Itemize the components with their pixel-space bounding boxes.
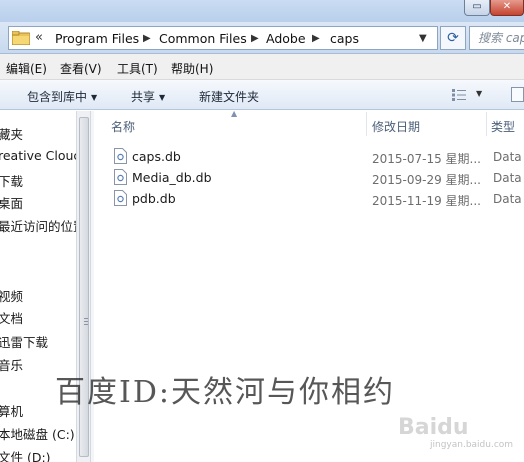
scroll-grip xyxy=(84,318,88,319)
file-icon xyxy=(114,169,127,185)
column-header-type[interactable]: 类型 xyxy=(491,118,515,135)
column-header-name[interactable]: 名称 xyxy=(111,118,135,135)
file-date: 2015-07-15 星期... xyxy=(372,152,481,166)
close-icon: ✕ xyxy=(502,1,512,12)
command-bar: 包含到库中 ▼ 共享 ▼ 新建文件夹 ▼ xyxy=(0,80,524,110)
file-date: 2015-09-29 星期... xyxy=(372,173,481,187)
file-name[interactable]: caps.db xyxy=(132,149,181,164)
chevron-down-icon: ▼ xyxy=(159,93,166,102)
breadcrumb-caps[interactable]: caps xyxy=(330,31,359,46)
chevron-right-icon[interactable]: ▶ xyxy=(312,33,320,44)
scroll-grip xyxy=(84,321,88,322)
file-type: Data xyxy=(493,171,522,185)
chevron-down-icon: ▼ xyxy=(91,93,98,102)
nav-item-documents[interactable]: 文档 xyxy=(0,308,23,327)
view-options-icon[interactable] xyxy=(452,89,466,101)
file-icon xyxy=(114,190,127,206)
chevron-down-icon[interactable]: ▼ xyxy=(419,33,427,44)
menu-bar: 编辑(E) 查看(V) 工具(T) 帮助(H) xyxy=(0,54,524,80)
maximize-icon: ▭ xyxy=(472,1,482,12)
nav-item-recent-places[interactable]: 最近访问的位置 xyxy=(0,216,86,235)
nav-item-computer[interactable]: 算机 xyxy=(0,401,23,420)
breadcrumb-adobe[interactable]: Adobe xyxy=(266,31,306,46)
file-name[interactable]: pdb.db xyxy=(132,191,176,206)
folder-icon xyxy=(12,31,30,45)
include-library-label: 包含到库中 xyxy=(27,90,88,104)
include-library-button[interactable]: 包含到库中 ▼ xyxy=(27,88,97,105)
nav-item-favorites[interactable]: 藏夹 xyxy=(0,124,23,143)
breadcrumb-program-files[interactable]: Program Files xyxy=(55,31,139,46)
nav-item-music[interactable]: 音乐 xyxy=(0,355,23,374)
title-bar xyxy=(0,0,524,22)
menu-help[interactable]: 帮助(H) xyxy=(171,60,213,77)
nav-item-thunder-downloads[interactable]: 迅雷下载 xyxy=(0,332,48,351)
address-bar[interactable]: « Program Files ▶ Common Files ▶ Adobe ▶… xyxy=(8,26,438,50)
new-folder-button[interactable]: 新建文件夹 xyxy=(199,88,259,105)
file-type: Data xyxy=(493,150,522,164)
baidu-url: jingyan.baidu.com xyxy=(430,440,514,450)
nav-item-creative-cloud[interactable]: reative Clouc xyxy=(0,148,80,163)
file-type: Data xyxy=(493,192,522,206)
file-icon xyxy=(114,148,127,164)
nav-item-disk-d[interactable]: 文件 (D:) xyxy=(0,447,51,462)
maximize-button[interactable]: ▭ xyxy=(464,0,490,16)
sort-ascending-icon: ▲ xyxy=(231,109,238,118)
refresh-icon: ⟳ xyxy=(447,30,459,46)
menu-tools[interactable]: 工具(T) xyxy=(117,60,158,77)
breadcrumb-common-files[interactable]: Common Files xyxy=(159,31,247,46)
column-header-date[interactable]: 修改日期 xyxy=(372,118,420,135)
breadcrumb-overflow-icon[interactable]: « xyxy=(35,30,43,45)
share-button[interactable]: 共享 ▼ xyxy=(131,88,165,105)
preview-pane-button[interactable] xyxy=(511,87,524,102)
address-row: « Program Files ▶ Common Files ▶ Adobe ▶… xyxy=(0,22,524,54)
chevron-right-icon[interactable]: ▶ xyxy=(251,33,259,44)
chevron-right-icon[interactable]: ▶ xyxy=(143,33,151,44)
column-divider[interactable] xyxy=(366,112,367,136)
search-input[interactable]: 搜索 caps xyxy=(469,26,524,50)
menu-view[interactable]: 查看(V) xyxy=(60,60,102,77)
nav-item-videos[interactable]: 视频 xyxy=(0,286,23,305)
file-date: 2015-11-19 星期... xyxy=(372,194,481,208)
column-divider[interactable] xyxy=(486,112,487,136)
chevron-down-icon[interactable]: ▼ xyxy=(476,89,482,98)
menu-edit[interactable]: 编辑(E) xyxy=(6,60,47,77)
refresh-button[interactable]: ⟳ xyxy=(440,26,466,50)
watermark-text: 百度ID:天然河与你相约 xyxy=(55,375,396,410)
nav-item-desktop[interactable]: 桌面 xyxy=(0,193,23,212)
scroll-grip xyxy=(84,324,88,325)
share-label: 共享 xyxy=(131,90,156,104)
nav-item-downloads[interactable]: 下载 xyxy=(0,171,23,190)
file-name[interactable]: Media_db.db xyxy=(132,170,212,185)
close-button[interactable]: ✕ xyxy=(490,0,524,16)
baidu-logo: Baidu xyxy=(398,415,469,440)
nav-item-local-disk-c[interactable]: 本地磁盘 (C:) xyxy=(0,424,75,443)
